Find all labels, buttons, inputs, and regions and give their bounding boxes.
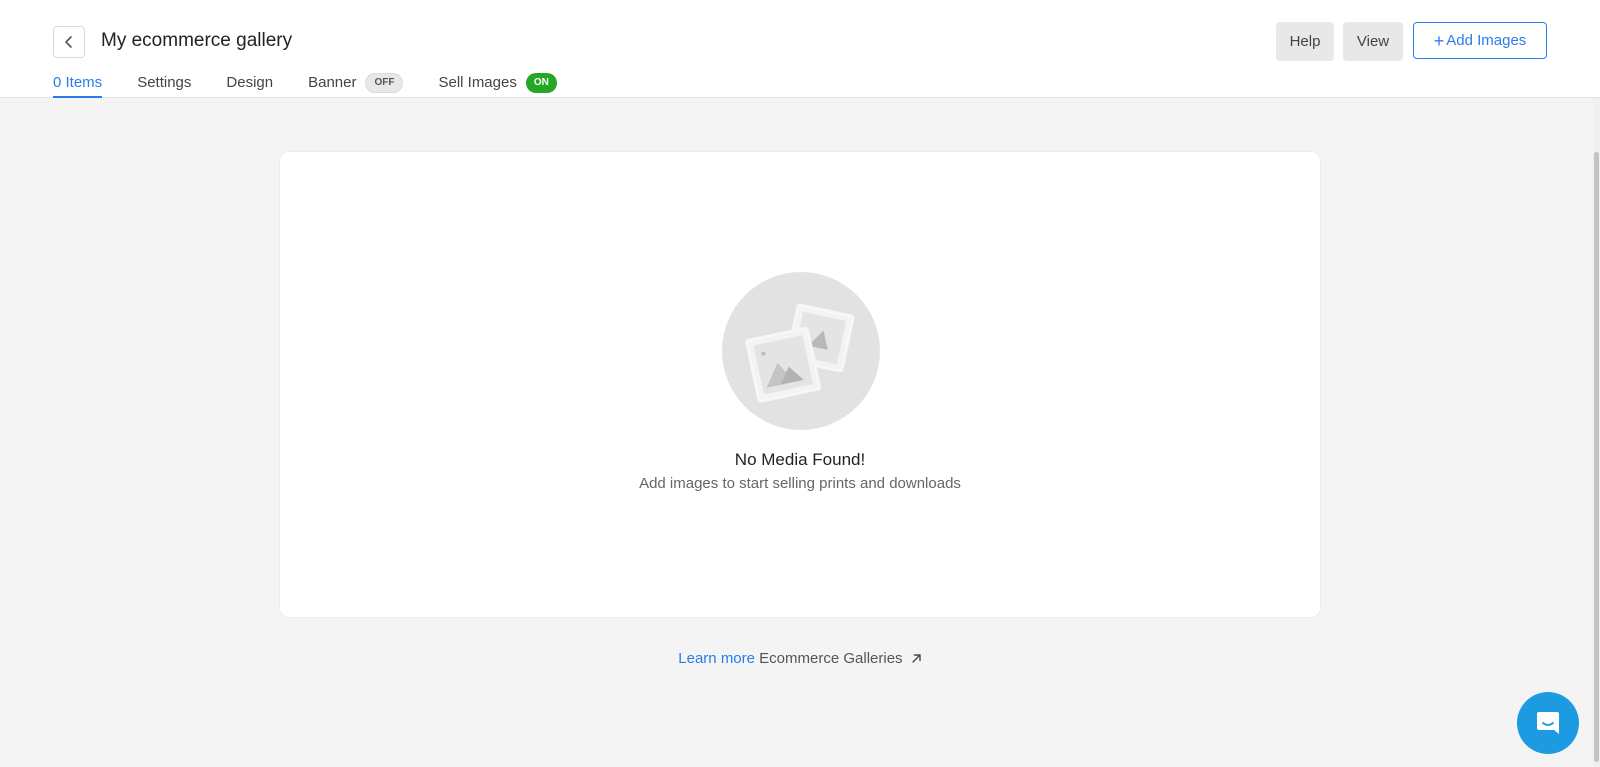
external-arrow-icon xyxy=(912,654,921,663)
view-button[interactable]: View xyxy=(1343,22,1403,61)
tab-settings[interactable]: Settings xyxy=(137,72,191,98)
back-button[interactable] xyxy=(53,26,85,58)
empty-state-subtitle: Add images to start selling prints and d… xyxy=(639,475,961,492)
banner-status-badge: OFF xyxy=(365,73,404,93)
tab-items[interactable]: 0 Items xyxy=(53,72,103,98)
tab-settings-label: Settings xyxy=(137,74,192,91)
scrollbar-thumb[interactable] xyxy=(1594,152,1599,762)
tab-sell-images-label: Sell Images xyxy=(438,74,517,91)
add-images-label: Add Images xyxy=(1446,32,1527,49)
ecommerce-galleries-text[interactable]: Ecommerce Galleries xyxy=(759,650,902,667)
chat-bubble-icon xyxy=(1537,712,1559,734)
tab-banner-label: Banner xyxy=(308,74,357,91)
empty-state-title: No Media Found! xyxy=(734,450,866,469)
tab-bar: 0 Items Settings Design Banner OFF Sell … xyxy=(53,72,557,98)
sell-images-status-badge: ON xyxy=(525,73,557,93)
top-bar: My ecommerce gallery 0 Items Settings De… xyxy=(0,0,1600,98)
chevron-left-icon xyxy=(65,36,72,48)
learn-more-link[interactable]: Learn more xyxy=(678,650,755,667)
empty-media-card: No Media Found! Add images to start sell… xyxy=(279,151,1321,618)
plus-icon: + xyxy=(1433,30,1445,51)
tab-design[interactable]: Design xyxy=(226,72,273,98)
tab-items-label: 0 Items xyxy=(53,74,103,91)
chat-button[interactable] xyxy=(1517,692,1579,754)
images-placeholder-icon xyxy=(722,272,880,430)
learn-more-footer: Learn more Ecommerce Galleries xyxy=(0,650,1600,667)
help-button[interactable]: Help xyxy=(1276,22,1334,61)
tab-sell-images[interactable]: Sell Images ON xyxy=(438,72,557,98)
tab-design-label: Design xyxy=(226,74,274,91)
add-images-button[interactable]: + Add Images xyxy=(1413,22,1547,59)
tab-banner[interactable]: Banner OFF xyxy=(308,72,404,98)
page-title: My ecommerce gallery xyxy=(101,30,293,51)
